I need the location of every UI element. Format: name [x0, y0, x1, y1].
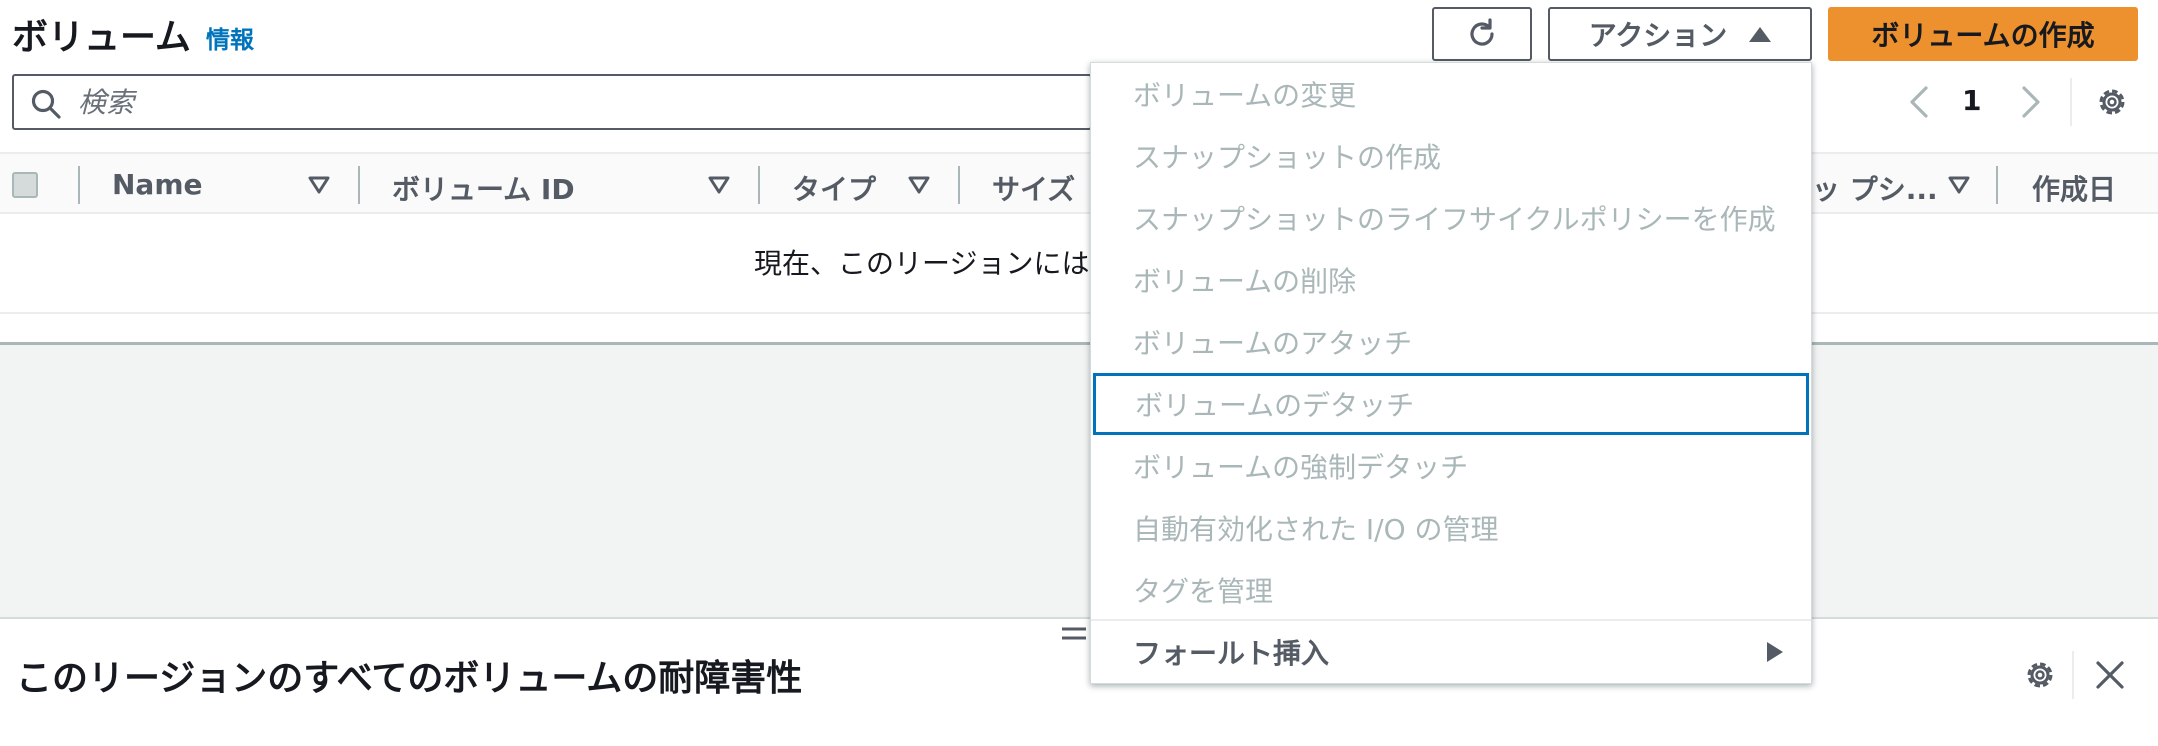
column-header-type[interactable]: タイプ	[792, 168, 876, 208]
info-link[interactable]: 情報	[206, 20, 254, 55]
column-divider	[78, 166, 80, 204]
column-header-snapshot[interactable]: ッ プシ...	[1812, 168, 1938, 208]
refresh-icon	[1470, 18, 1494, 46]
column-divider[interactable]	[1996, 166, 1998, 204]
sort-down-icon[interactable]	[308, 176, 330, 194]
column-divider[interactable]	[358, 166, 360, 204]
column-header-volume-id[interactable]: ボリューム ID	[392, 168, 575, 208]
menu-item-manage-auto-enabled-io[interactable]: 自動有効化された I/O の管理	[1091, 497, 1811, 559]
menu-item-manage-tags[interactable]: タグを管理	[1091, 559, 1811, 621]
split-panel-title: このリージョンのすべてのボリュームの耐障害性	[16, 658, 803, 699]
actions-button-label: アクション	[1588, 19, 1728, 52]
menu-item-force-detach-volume[interactable]: ボリュームの強制デタッチ	[1091, 435, 1811, 497]
chevron-left-icon[interactable]	[1904, 84, 1934, 120]
column-divider[interactable]	[958, 166, 960, 204]
caret-right-icon	[1767, 642, 1783, 662]
menu-item-detach-volume[interactable]: ボリュームのデタッチ	[1093, 373, 1809, 435]
menu-item-modify-volume[interactable]: ボリュームの変更	[1091, 63, 1811, 125]
actions-button[interactable]: アクション	[1548, 7, 1812, 61]
refresh-button[interactable]	[1432, 7, 1532, 61]
create-volume-button-label: ボリュームの作成	[1871, 19, 2095, 52]
chevron-right-icon[interactable]	[2016, 84, 2046, 120]
menu-item-create-snapshot-lifecycle-policy[interactable]: スナップショットのライフサイクルポリシーを作成	[1091, 187, 1811, 249]
select-all-checkbox[interactable]	[12, 172, 38, 198]
menu-item-attach-volume[interactable]: ボリュームのアタッチ	[1091, 311, 1811, 373]
empty-state-row: 現在、このリージョンには	[0, 214, 2158, 314]
split-panel-divider	[2072, 651, 2074, 699]
search-icon	[31, 89, 61, 119]
sort-down-icon[interactable]	[908, 176, 930, 194]
column-divider[interactable]	[758, 166, 760, 204]
table-header: Name ボリューム ID タイプ サイズ ッ プシ... 作成日	[0, 152, 2158, 214]
column-header-size[interactable]: サイズ	[992, 168, 1075, 208]
split-panel: このリージョンのすべてのボリュームの耐障害性	[0, 617, 2158, 746]
gear-icon[interactable]	[2094, 84, 2130, 120]
menu-item-fault-injection-label: フォールト挿入	[1133, 637, 1330, 670]
actions-dropdown-menu: ボリュームの変更 スナップショットの作成 スナップショットのライフサイクルポリシ…	[1090, 62, 1812, 684]
empty-state-message: 現在、このリージョンには	[754, 247, 1090, 280]
column-header-name[interactable]: Name	[112, 168, 203, 201]
close-icon[interactable]	[2094, 659, 2126, 691]
gear-icon[interactable]	[2022, 657, 2058, 693]
menu-item-delete-volume[interactable]: ボリュームの削除	[1091, 249, 1811, 311]
create-volume-button[interactable]: ボリュームの作成	[1828, 7, 2138, 61]
menu-item-create-snapshot[interactable]: スナップショットの作成	[1091, 125, 1811, 187]
drag-handle-icon[interactable]	[1060, 625, 1088, 643]
content-background	[0, 345, 2158, 617]
sort-down-icon[interactable]	[708, 176, 730, 194]
caret-up-icon	[1749, 26, 1772, 42]
page-title: ボリューム	[12, 17, 191, 58]
search-box[interactable]	[12, 74, 1092, 130]
sort-down-icon[interactable]	[1948, 176, 1970, 194]
search-input[interactable]	[78, 82, 1078, 122]
pager-divider	[2070, 78, 2072, 126]
page-number[interactable]: 1	[1962, 84, 1981, 117]
column-header-created[interactable]: 作成日	[2032, 168, 2116, 208]
menu-item-fault-injection[interactable]: フォールト挿入	[1091, 621, 1811, 683]
